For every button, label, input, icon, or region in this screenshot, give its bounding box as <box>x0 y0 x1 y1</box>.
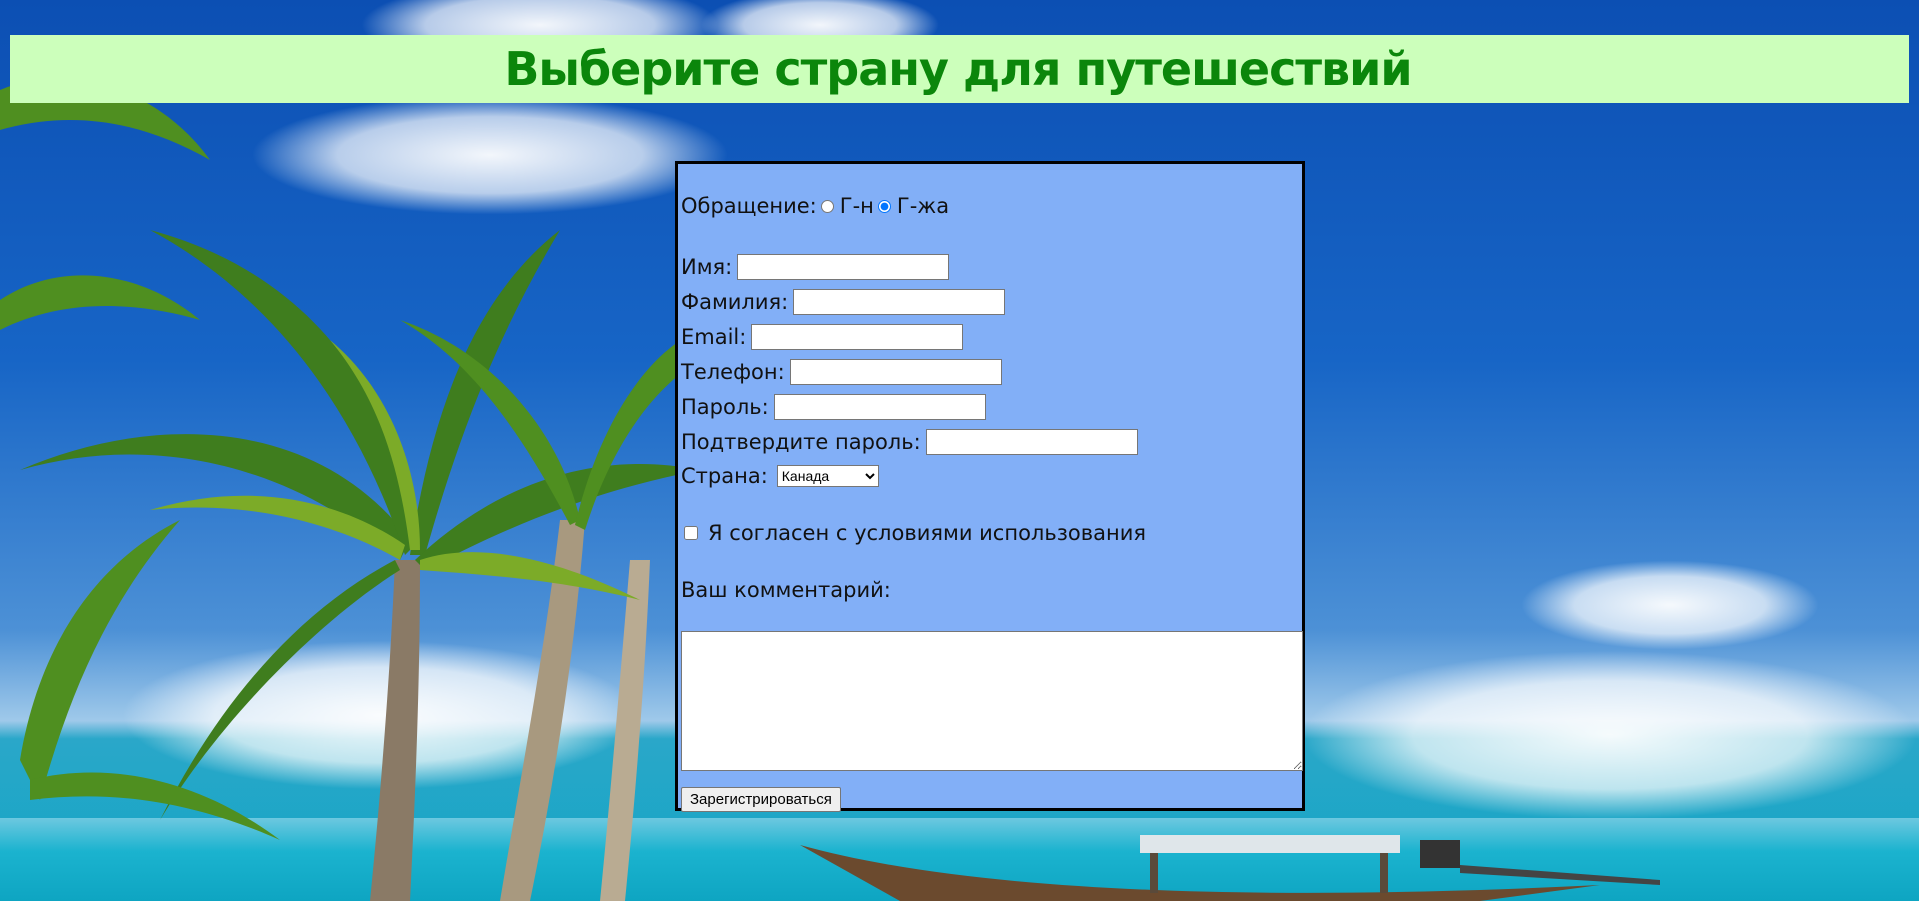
cloud <box>120 640 640 790</box>
salutation-mrs-label: Г-жа <box>896 194 950 218</box>
salutation-row: Обращение: Г-н Г-жа <box>681 194 949 218</box>
last-name-input[interactable] <box>793 289 1006 315</box>
phone-label: Телефон: <box>681 360 785 384</box>
salutation-label: Обращение: <box>681 194 817 218</box>
password-row: Пароль: <box>681 394 986 420</box>
comment-label: Ваш комментарий: <box>681 578 891 602</box>
email-input[interactable] <box>751 324 964 350</box>
registration-form: Обращение: Г-н Г-жа Имя: Фамилия: Email:… <box>675 161 1305 812</box>
country-label: Страна: <box>681 464 768 488</box>
confirm-password-label: Подтвердите пароль: <box>681 430 921 454</box>
salutation-mrs-radio[interactable] <box>877 199 891 213</box>
register-button[interactable]: Зарегистрироваться <box>681 787 841 812</box>
terms-row: Я согласен с условиями использования <box>681 521 1146 545</box>
last-name-label: Фамилия: <box>681 290 789 314</box>
page-background: Выберите страну для путешествий Обращени… <box>0 0 1919 901</box>
country-row: Страна: Канада <box>681 464 879 488</box>
email-row: Email: <box>681 324 964 350</box>
cloud <box>1520 560 1820 650</box>
terms-label: Я согласен с условиями использования <box>708 521 1146 545</box>
confirm-password-input[interactable] <box>925 429 1138 455</box>
email-label: Email: <box>681 325 747 349</box>
terms-checkbox[interactable] <box>684 526 698 540</box>
confirm-password-row: Подтвердите пароль: <box>681 429 1138 455</box>
phone-input[interactable] <box>789 359 1002 385</box>
header-banner: Выберите страну для путешествий <box>10 35 1909 103</box>
cloud <box>250 95 730 215</box>
country-select[interactable]: Канада <box>776 465 879 487</box>
password-label: Пароль: <box>681 395 769 419</box>
cloud <box>1300 650 1919 820</box>
last-name-row: Фамилия: <box>681 289 1006 315</box>
comment-textarea[interactable] <box>681 631 1303 771</box>
page-title: Выберите страну для путешествий <box>504 42 1412 96</box>
first-name-label: Имя: <box>681 255 733 279</box>
comment-label-row: Ваш комментарий: <box>681 578 891 602</box>
phone-row: Телефон: <box>681 359 1002 385</box>
password-input[interactable] <box>773 394 986 420</box>
sea <box>0 818 1919 901</box>
salutation-mr-label: Г-н <box>839 194 874 218</box>
first-name-row: Имя: <box>681 254 950 280</box>
first-name-input[interactable] <box>737 254 950 280</box>
salutation-mr-radio[interactable] <box>820 199 834 213</box>
